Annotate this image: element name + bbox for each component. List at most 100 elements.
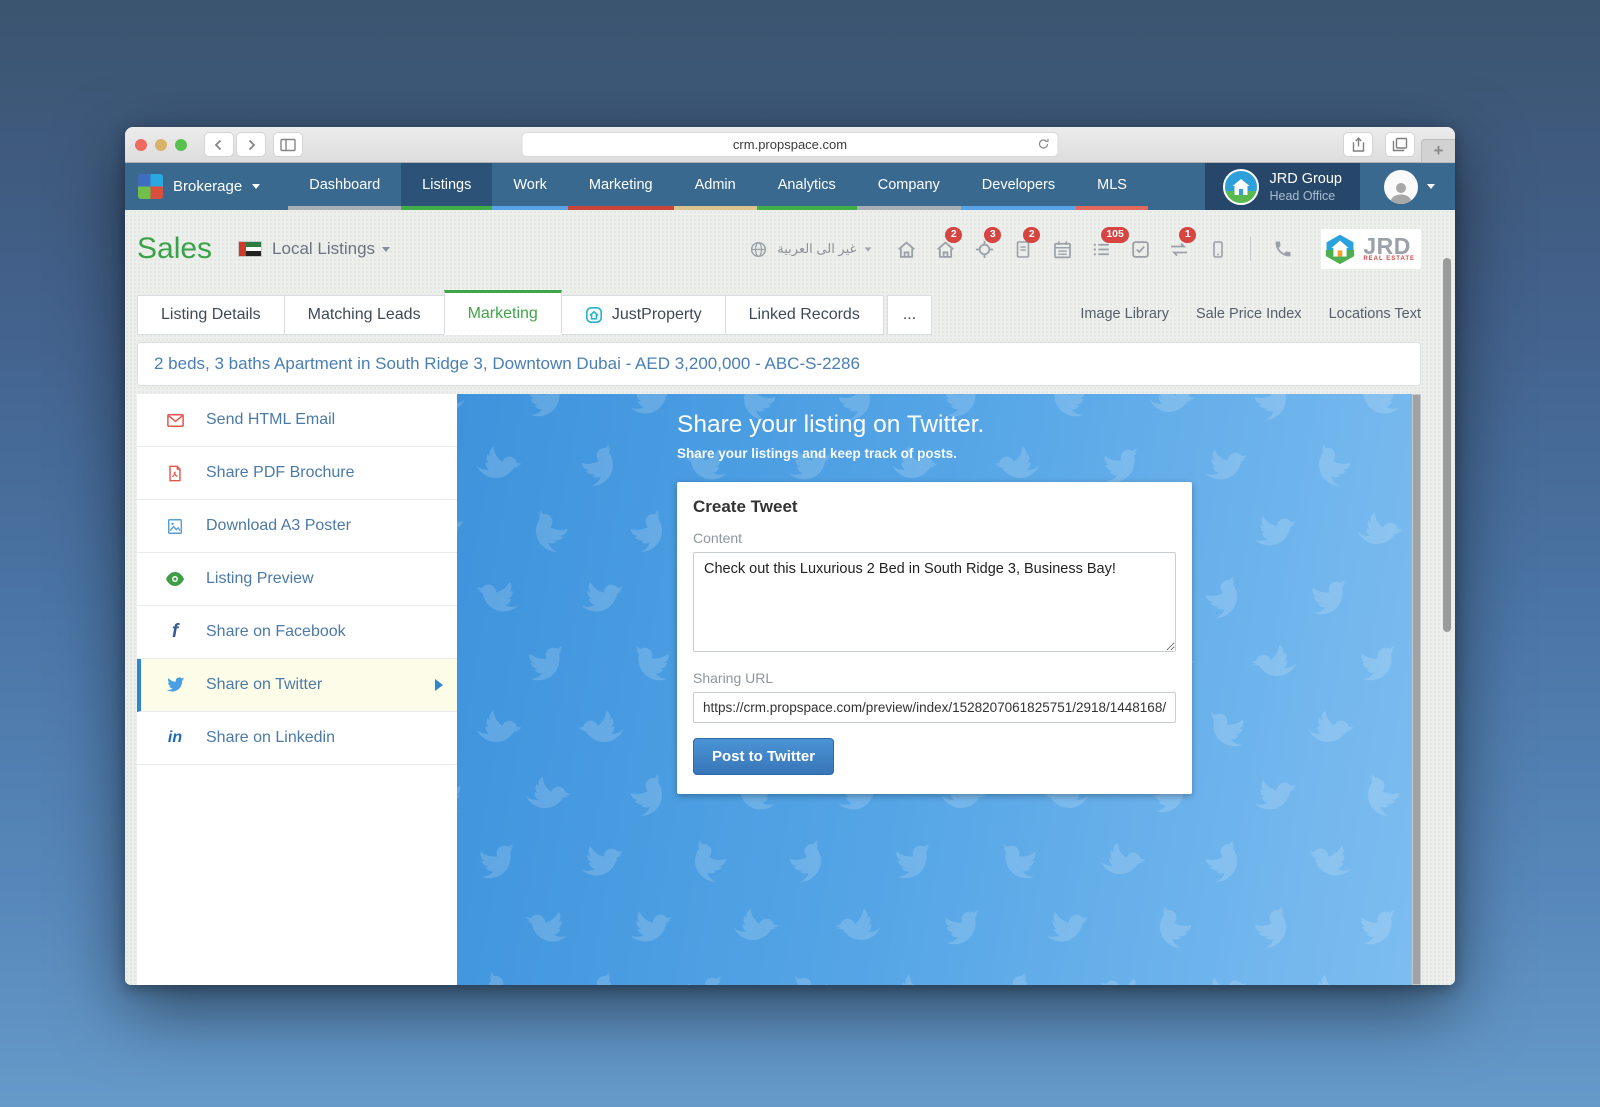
sharing-url-label: Sharing URL <box>693 670 774 686</box>
tab-marketing[interactable]: Marketing <box>443 290 562 335</box>
back-button[interactable] <box>204 132 234 157</box>
phone-icon[interactable] <box>1272 237 1294 261</box>
jrd-brand-logo: JRD REAL ESTATE <box>1321 229 1421 269</box>
leads-home-icon[interactable]: 2 <box>934 227 963 261</box>
content-label: Content <box>693 530 743 546</box>
nav-item-work[interactable]: Work <box>492 163 568 210</box>
notification-badge: 3 <box>984 227 1002 243</box>
globe-icon <box>747 237 769 261</box>
user-menu[interactable] <box>1360 163 1455 210</box>
pdf-icon <box>165 464 185 483</box>
account-office: Head Office <box>1269 188 1336 203</box>
listing-scope-label: Local Listings <box>272 239 376 258</box>
window-scrollbar[interactable] <box>1443 258 1451 632</box>
task-list-icon[interactable]: 105 <box>1090 227 1129 261</box>
panel-scrollbar[interactable] <box>1412 394 1421 985</box>
home-icon[interactable] <box>895 237 917 261</box>
jrd-hexagon-house-icon <box>1325 233 1356 265</box>
language-switch[interactable]: غير الى العربية <box>747 237 872 261</box>
location-target-icon[interactable]: 3 <box>973 227 1002 261</box>
menu-item-download-a3-poster[interactable]: Download A3 Poster <box>137 500 457 553</box>
forward-button[interactable] <box>236 132 266 157</box>
sale-price-index-link[interactable]: Sale Price Index <box>1196 306 1302 322</box>
uae-flag-icon <box>238 241 263 257</box>
facebook-icon: f <box>171 621 179 642</box>
tab-more[interactable]: ... <box>886 295 933 335</box>
chevron-down-icon <box>252 184 261 189</box>
nav-item-developers[interactable]: Developers <box>960 163 1077 210</box>
avatar <box>1384 169 1418 204</box>
nav-item-analytics[interactable]: Analytics <box>756 163 857 210</box>
reload-icon[interactable] <box>1036 136 1052 152</box>
account-logo-icon <box>1223 168 1260 205</box>
nav-item-company[interactable]: Company <box>856 163 961 210</box>
main-navigation: Brokerage Dashboard Listings Work Market… <box>125 163 1455 210</box>
brand-label: Brokerage <box>173 178 243 195</box>
eye-icon <box>165 571 185 587</box>
sidebar-toggle-icon[interactable] <box>273 132 303 157</box>
menu-item-send-html-email[interactable]: Send HTML Email <box>137 394 457 447</box>
language-label: غير الى العربية <box>777 241 857 256</box>
close-window-button[interactable] <box>135 138 147 151</box>
nav-item-listings[interactable]: Listings <box>401 163 493 210</box>
sales-header: Sales Local Listings غير الى العربية 2 3… <box>137 210 1421 288</box>
tweet-content-input[interactable]: Check out this Luxurious 2 Bed in South … <box>693 552 1176 652</box>
create-tweet-card: Create Tweet Content Check out this Luxu… <box>677 482 1192 794</box>
justproperty-icon <box>585 306 603 324</box>
chevron-down-icon <box>382 246 391 252</box>
panel-heading: Share your listing on Twitter. <box>677 411 985 438</box>
mobile-icon[interactable] <box>1207 237 1229 261</box>
notification-badge: 1 <box>1179 227 1197 243</box>
twitter-icon <box>165 677 185 693</box>
tab-linked-records[interactable]: Linked Records <box>724 295 884 335</box>
menu-item-share-on-facebook[interactable]: f Share on Facebook <box>137 606 457 659</box>
listing-tabs: Listing Details Matching Leads Marketing… <box>137 290 1421 335</box>
browser-window: crm.propspace.com + Brokerage Dashboard … <box>125 127 1455 985</box>
menu-item-share-on-linkedin[interactable]: in Share on Linkedin <box>137 712 457 765</box>
nav-item-mls[interactable]: MLS <box>1076 163 1148 210</box>
minimize-window-button[interactable] <box>155 138 167 151</box>
menu-item-listing-preview[interactable]: Listing Preview <box>137 553 457 606</box>
account-selector[interactable]: JRD Group Head Office <box>1205 163 1360 210</box>
transfers-icon[interactable]: 1 <box>1168 227 1197 261</box>
menu-item-share-on-twitter[interactable]: Share on Twitter <box>137 659 457 712</box>
listing-scope-dropdown[interactable]: Local Listings <box>272 239 391 259</box>
image-library-link[interactable]: Image Library <box>1080 306 1169 322</box>
notification-badge: 105 <box>1101 227 1129 243</box>
marketing-sidebar: Send HTML Email Share PDF Brochure Downl… <box>137 394 457 985</box>
linkedin-icon: in <box>167 729 183 746</box>
document-icon[interactable]: 2 <box>1012 227 1041 261</box>
notification-badge: 2 <box>1023 227 1041 243</box>
new-tab-button[interactable]: + <box>1421 139 1455 163</box>
chevron-down-icon <box>1427 184 1435 189</box>
panel-subheading: Share your listings and keep track of po… <box>677 446 957 461</box>
zoom-window-button[interactable] <box>175 138 187 151</box>
tab-justproperty[interactable]: JustProperty <box>560 295 726 335</box>
chevron-down-icon <box>864 246 872 252</box>
nav-item-dashboard[interactable]: Dashboard <box>288 163 402 210</box>
active-item-arrow-icon <box>435 679 443 691</box>
sharing-url-input[interactable] <box>693 692 1176 723</box>
twitter-share-panel: Share your listing on Twitter. Share you… <box>457 394 1412 985</box>
nav-item-admin[interactable]: Admin <box>673 163 757 210</box>
brokerage-menu[interactable]: Brokerage <box>125 163 288 210</box>
checkbox-icon[interactable] <box>1129 237 1151 261</box>
menu-item-share-pdf-brochure[interactable]: Share PDF Brochure <box>137 447 457 500</box>
share-icon[interactable] <box>1343 132 1373 157</box>
email-icon <box>165 411 185 430</box>
jrd-logo-text: JRD <box>1363 232 1411 259</box>
page-title: Sales <box>137 232 213 265</box>
calendar-icon[interactable] <box>1051 237 1073 261</box>
tab-matching-leads[interactable]: Matching Leads <box>283 295 445 335</box>
tab-listing-details[interactable]: Listing Details <box>137 295 285 335</box>
url-text: crm.propspace.com <box>732 137 848 152</box>
locations-text-link[interactable]: Locations Text <box>1329 306 1421 322</box>
listing-title: 2 beds, 3 baths Apartment in South Ridge… <box>137 342 1421 386</box>
nav-item-marketing[interactable]: Marketing <box>567 163 674 210</box>
window-controls <box>135 138 187 151</box>
poster-icon <box>165 517 185 536</box>
post-to-twitter-button[interactable]: Post to Twitter <box>693 738 835 775</box>
tabs-overview-icon[interactable] <box>1385 132 1415 157</box>
browser-chrome: crm.propspace.com + <box>125 127 1455 163</box>
address-bar[interactable]: crm.propspace.com <box>521 132 1059 157</box>
